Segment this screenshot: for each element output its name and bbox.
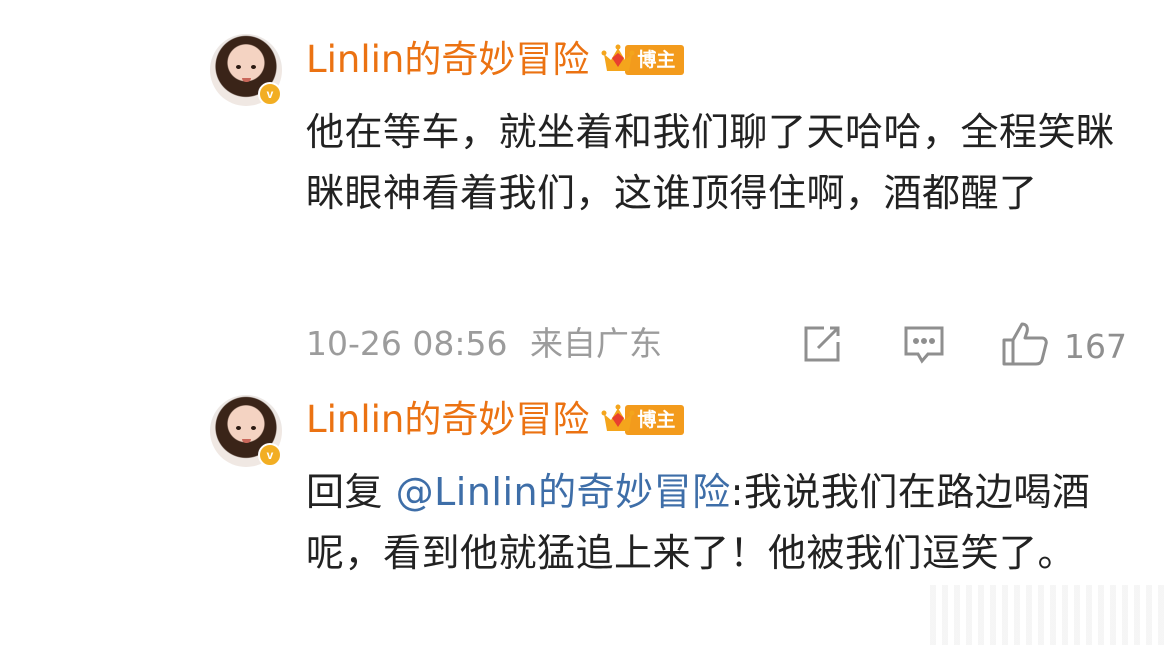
avatar-mouth bbox=[242, 439, 251, 443]
avatar-eye bbox=[251, 65, 256, 69]
share-icon bbox=[800, 322, 844, 370]
author-badge: 博主 bbox=[601, 403, 685, 437]
crown-icon bbox=[601, 43, 635, 77]
mention-link[interactable]: @Linlin的奇妙冒险 bbox=[396, 470, 731, 514]
avatar-eye bbox=[236, 65, 241, 69]
comment-text: 回复 @Linlin的奇妙冒险:我说我们在路边喝酒呢，看到他就猛追上来了！他被我… bbox=[306, 462, 1126, 584]
share-button[interactable] bbox=[800, 322, 844, 370]
comment-text: 他在等车，就坐着和我们聊了天哈哈，全程笑眯眯眼神看着我们，这谁顶得住啊，酒都醒了 bbox=[306, 110, 1115, 215]
verified-icon: v bbox=[258, 82, 282, 106]
comment-button[interactable] bbox=[902, 324, 946, 370]
avatar-eye bbox=[236, 426, 241, 430]
like-icon bbox=[1000, 320, 1050, 372]
crown-icon bbox=[601, 403, 635, 437]
author-name[interactable]: Linlin的奇妙冒险 bbox=[306, 38, 589, 82]
scroll-fade bbox=[930, 585, 1170, 645]
comment-actions: 167 bbox=[0, 318, 1170, 370]
avatar-mouth bbox=[242, 78, 251, 82]
avatar[interactable]: v bbox=[210, 395, 282, 467]
reply-prefix: 回复 bbox=[306, 470, 384, 514]
author-name[interactable]: Linlin的奇妙冒险 bbox=[306, 398, 589, 442]
avatar[interactable]: v bbox=[210, 34, 282, 106]
verified-icon: v bbox=[258, 443, 282, 467]
avatar-eye bbox=[251, 426, 256, 430]
comment-icon bbox=[902, 324, 946, 370]
like-button[interactable]: 167 bbox=[1000, 320, 1127, 372]
like-count: 167 bbox=[1064, 326, 1127, 366]
author-badge: 博主 bbox=[601, 43, 685, 77]
